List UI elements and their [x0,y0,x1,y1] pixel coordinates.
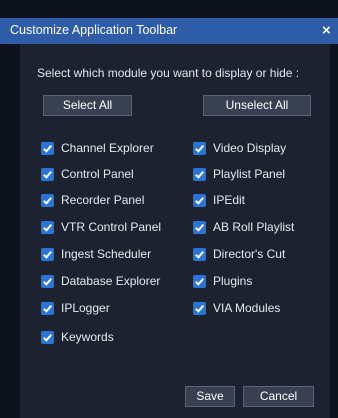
dialog-title: Customize Application Toolbar [10,23,178,37]
module-label: IPLogger [61,301,110,315]
module-label: Channel Explorer [61,141,154,155]
checkbox[interactable] [193,247,206,261]
checkbox[interactable] [193,167,206,181]
checkbox[interactable] [41,193,54,207]
module-recorder-panel[interactable]: Recorder Panel [41,192,144,208]
module-ipedit[interactable]: IPEdit [193,192,245,208]
module-label: Playlist Panel [213,167,286,181]
module-video-display[interactable]: Video Display [193,140,286,156]
select-all-button[interactable]: Select All [43,95,132,116]
checkbox[interactable] [41,274,54,288]
module-label: AB Roll Playlist [213,220,295,234]
module-label: Control Panel [61,167,134,181]
checkmark-icon [43,170,53,179]
module-label: Database Explorer [61,274,161,288]
checkbox[interactable] [193,301,206,315]
module-ingest-scheduler[interactable]: Ingest Scheduler [41,246,151,262]
module-playlist-panel[interactable]: Playlist Panel [193,166,285,182]
checkmark-icon [43,277,53,286]
close-button[interactable]: × [322,20,338,42]
module-label: VTR Control Panel [61,220,162,234]
checkbox[interactable] [41,301,54,315]
checkmark-icon [195,196,205,205]
checkbox[interactable] [41,247,54,261]
checkbox[interactable] [41,330,54,344]
save-button[interactable]: Save [185,386,235,407]
checkmark-icon [195,170,205,179]
module-label: Plugins [213,274,253,288]
checkmark-icon [195,250,205,259]
checkbox[interactable] [193,141,206,155]
checkmark-icon [43,250,53,259]
checkmark-icon [195,304,205,313]
checkmark-icon [43,333,53,342]
module-channel-explorer[interactable]: Channel Explorer [41,140,154,156]
module-label: Director's Cut [213,247,286,261]
checkbox[interactable] [193,274,206,288]
customize-toolbar-dialog: Customize Application Toolbar × Select w… [0,0,338,418]
checkmark-icon [195,144,205,153]
module-iplogger[interactable]: IPLogger [41,300,110,316]
module-via-modules[interactable]: VIA Modules [193,300,280,316]
module-label: Keywords [61,330,114,344]
module-label: Video Display [213,141,287,155]
checkbox[interactable] [41,220,54,234]
checkbox[interactable] [193,193,206,207]
checkmark-icon [195,277,205,286]
checkmark-icon [43,144,53,153]
checkmark-icon [43,196,53,205]
instruction-text: Select which module you want to display … [37,66,300,80]
checkbox[interactable] [193,220,206,234]
checkmark-icon [195,223,205,232]
module-label: VIA Modules [213,301,281,315]
checkbox[interactable] [41,141,54,155]
module-plugins[interactable]: Plugins [193,273,252,289]
cancel-button[interactable]: Cancel [243,386,314,407]
module-database-explorer[interactable]: Database Explorer [41,273,160,289]
unselect-all-button[interactable]: Unselect All [203,95,311,116]
checkmark-icon [43,304,53,313]
module-label: IPEdit [213,193,246,207]
module-control-panel[interactable]: Control Panel [41,166,134,182]
module-keywords[interactable]: Keywords [41,329,114,345]
module-directors-cut[interactable]: Director's Cut [193,246,285,262]
dialog-titlebar: Customize Application Toolbar × [0,18,338,44]
module-vtr-control-panel[interactable]: VTR Control Panel [41,219,161,235]
checkbox[interactable] [41,167,54,181]
module-label: Recorder Panel [61,193,145,207]
checkmark-icon [43,223,53,232]
module-label: Ingest Scheduler [61,247,152,261]
module-ab-roll-playlist[interactable]: AB Roll Playlist [193,219,294,235]
